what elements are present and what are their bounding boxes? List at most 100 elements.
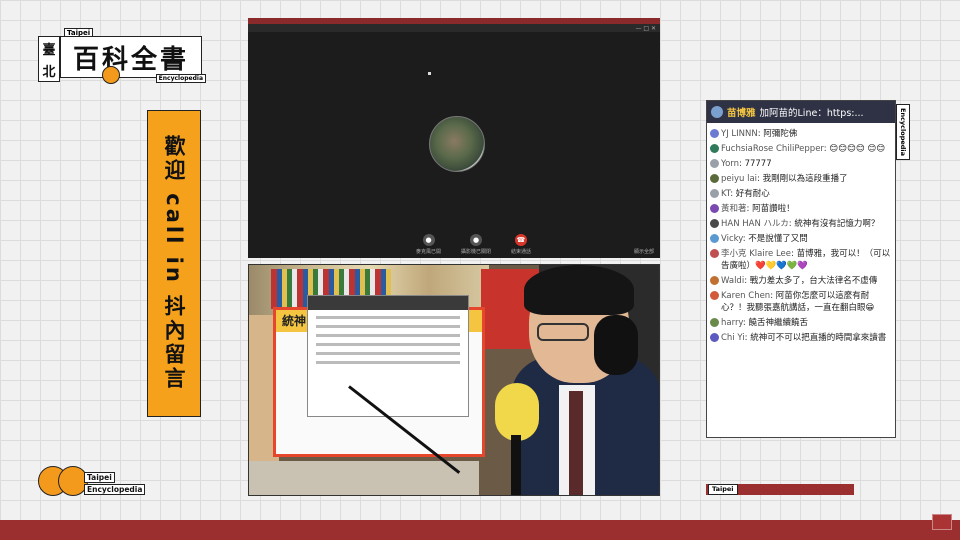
logo-vertical-box: 臺 北 [38, 36, 60, 82]
paper-line [316, 352, 460, 355]
chat-author: Karen Chen [721, 291, 771, 301]
logo-main-text: 百科全書 [60, 36, 202, 78]
chat-message: 李小克 Klaire Lee: 苗博雅，我可以！（可以告廣啦）❤️💛💙💚💜 [707, 247, 895, 274]
hang-up-icon: ☎ [515, 234, 528, 246]
chat-avatar [710, 189, 719, 198]
taipei-encyclopedia-logo: Taipei 臺 北 百科全書 Encyclopedia [38, 28, 206, 86]
chat-message: FuchsiaRose ChiliPepper: 😊😊😊😊 😊😊 [707, 142, 895, 157]
video-call-window: — □ ✕ ● 麥克風已開 ● 攝影機已關閉 ☎ 結束通話 顯示全部 [248, 18, 660, 258]
chat-avatar [710, 219, 719, 228]
chat-author: Yorn [721, 159, 739, 169]
pinned-text: 加阿苗的Line：https:... [759, 108, 864, 119]
call-controls: ● 麥克風已開 ● 攝影機已關閉 ☎ 結束通話 [416, 234, 531, 255]
chat-author: Vicky [721, 234, 743, 244]
chat-author: Chi Yi [721, 333, 745, 343]
hang-up-label: 結束通話 [511, 249, 532, 255]
headphones [594, 315, 638, 375]
chat-author: HAN HAN ハルカ [721, 219, 789, 229]
chat-message: YJ LINNN: 阿彌陀佛 [707, 127, 895, 142]
chat-avatar [710, 249, 719, 258]
chat-avatar [710, 144, 719, 153]
chat-text: 戰力差太多了，台大法律名不虛傳 [749, 276, 878, 286]
chat-avatar [710, 204, 719, 213]
desk [249, 461, 479, 495]
paper-line [316, 316, 460, 319]
camera-label: 攝影機已關閉 [461, 249, 492, 255]
logo-small-bottom: Encyclopedia [155, 74, 206, 83]
bottom-tag-label: Taipei [708, 484, 738, 495]
chat-avatar [710, 129, 719, 138]
pinned-avatar [711, 106, 723, 118]
chat-text: 統神可不可以把直播的時間拿來讀書 [750, 333, 887, 343]
chat-text: 不是說懂了又問 [748, 234, 808, 244]
show-all-button[interactable]: 顯示全部 [634, 248, 654, 255]
chat-message: 黃和著: 阿苗讚啦！ [707, 202, 895, 217]
mic-button[interactable]: ● 麥克風已開 [416, 234, 441, 255]
chat-text: 77777 [744, 159, 772, 169]
chat-message: Vicky: 不是說懂了又問 [707, 232, 895, 247]
encyclopedia-logo-small: Taipei Encyclopedia [38, 464, 146, 500]
chat-text: 我剛剛以為這段重播了 [762, 174, 848, 184]
paper-line [316, 325, 460, 328]
pinned-name: 苗博雅 [727, 108, 756, 119]
logo2-line1: Taipei [84, 472, 115, 483]
chat-author: Waldi [721, 276, 745, 286]
chat-text: 好有耐心 [735, 189, 770, 199]
document-paper [307, 295, 469, 417]
chat-text: 饒舌神繼續饒舌 [748, 318, 808, 328]
chat-message: HAN HAN ハルカ: 統神有沒有記憶力啊？ [707, 217, 895, 232]
host-glasses [537, 323, 589, 341]
pinned-message[interactable]: 苗博雅 加阿苗的Line：https:... [707, 101, 895, 123]
mic-stand [511, 435, 521, 495]
window-title-bar: — □ ✕ [248, 24, 660, 32]
window-controls[interactable]: — □ ✕ [635, 25, 656, 32]
camera-off-icon: ● [470, 234, 483, 246]
chat-text: 😊😊😊😊 😊😊 [829, 144, 886, 154]
chat-avatar [710, 174, 719, 183]
chat-avatar [710, 291, 719, 300]
chat-author: 李小克 Klaire Lee [721, 249, 791, 259]
chat-message: Chi Yi: 統神可不可以把直播的時間拿來讀書 [707, 331, 895, 346]
live-chat-panel: 苗博雅 加阿苗的Line：https:... YJ LINNN: 阿彌陀佛 Fuc… [706, 100, 896, 438]
chat-avatar [710, 276, 719, 285]
chat-author: YJ LINNN [721, 129, 758, 139]
paper-line [316, 334, 460, 337]
chat-avatar [710, 234, 719, 243]
mic-icon: ● [422, 234, 435, 246]
paper-line [316, 343, 460, 346]
encyclopedia-side-tag: Encyclopedia [896, 104, 910, 160]
paper-header [308, 296, 468, 310]
chat-avatar [710, 159, 719, 168]
banner-text: 歡迎 call in 抖內留言 [162, 135, 186, 392]
logo-vertical-char-1: 臺 [42, 42, 56, 58]
footer-bar [0, 520, 960, 540]
chat-author: KT [721, 189, 731, 199]
mic-label: 麥克風已開 [416, 249, 442, 255]
bottom-tag-bar: Taipei [706, 484, 854, 495]
camera-button[interactable]: ● 攝影機已關閉 [461, 234, 491, 255]
paper-line [316, 361, 460, 364]
chat-text: 統神有沒有記憶力啊？ [794, 219, 880, 229]
chat-avatar [710, 333, 719, 342]
chat-message: Karen Chen: 阿苗你怎麼可以這麼有耐心？！我聽張嘉航講話，一直在翻白眼… [707, 289, 895, 316]
hang-up-button[interactable]: ☎ 結束通話 [511, 234, 531, 255]
chat-text: 阿苗讚啦！ [752, 204, 795, 214]
chat-author: harry [721, 318, 743, 328]
mouse-cursor [428, 72, 431, 75]
logo-vertical-char-2: 北 [42, 64, 56, 80]
chat-message: Yorn: 77777 [707, 157, 895, 172]
host-tie [569, 391, 583, 495]
watermark-icon [932, 514, 952, 530]
call-in-banner: 歡迎 call in 抖內留言 [147, 110, 201, 417]
chat-message: peiyu lai: 我剛剛以為這段重播了 [707, 172, 895, 187]
chat-message-list: YJ LINNN: 阿彌陀佛 FuchsiaRose ChiliPepper: 😊… [707, 127, 895, 346]
chat-avatar [710, 318, 719, 327]
chat-author: FuchsiaRose ChiliPepper [721, 144, 824, 154]
caller-avatar [429, 116, 485, 172]
logo-orange-dot [102, 66, 120, 84]
chat-author: 黃和著 [721, 204, 747, 214]
host-camera-feed: 統神 [248, 264, 660, 496]
logo2-line2: Encyclopedia [84, 484, 146, 495]
microphone [495, 383, 539, 441]
chat-author: peiyu lai [721, 174, 758, 184]
